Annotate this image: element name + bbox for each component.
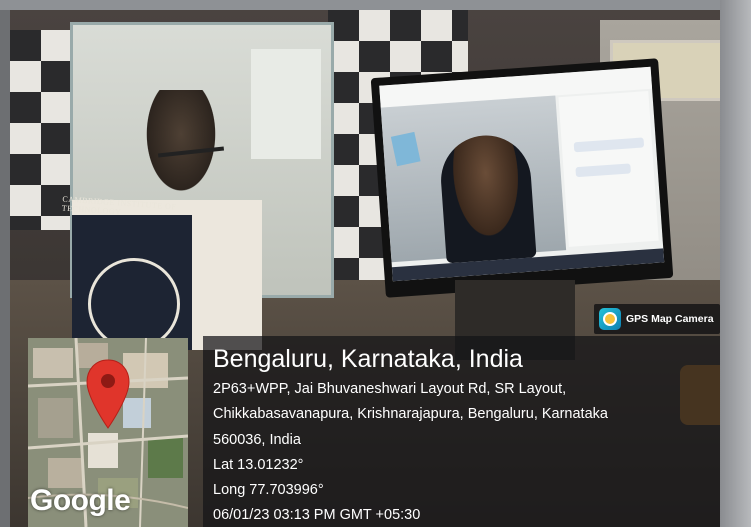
- checkered-wall-left: [10, 30, 70, 230]
- longitude-readout: Long 77.703996°: [213, 482, 324, 498]
- college-emblem-icon: [88, 258, 180, 350]
- map-attribution: Google: [30, 484, 131, 517]
- gps-map-camera-icon: [599, 308, 621, 330]
- sticky-note: [390, 131, 421, 167]
- gps-map-camera-badge: GPS Map Camera: [594, 304, 720, 334]
- latitude-readout: Lat 13.01232°: [213, 457, 304, 473]
- location-title: Bengaluru, Karnataka, India: [213, 345, 523, 373]
- speaker-on-tv: [438, 132, 537, 264]
- address-line-3: 560036, India: [213, 432, 301, 448]
- map-pin-icon: [86, 359, 130, 429]
- app-badge-label: GPS Map Camera: [626, 313, 714, 325]
- tv-video-feed: [380, 95, 567, 264]
- photo-top-border: [0, 0, 751, 10]
- timestamp: 06/01/23 03:13 PM GMT +05:30: [213, 507, 421, 523]
- tv-screen: [379, 66, 665, 282]
- photo-right-border: [720, 0, 751, 527]
- tv-monitor: [370, 58, 674, 298]
- projected-chat-panel: [251, 49, 321, 159]
- photo-frame: CAMBRIDGE INSTITUTE OF TECHNOLOGY GPS Ma…: [0, 0, 751, 527]
- projected-speaker: [141, 90, 221, 200]
- address-line-2: Chikkabasavanapura, Krishnarajapura, Ben…: [213, 406, 608, 422]
- address-line-1: 2P63+WPP, Jai Bhuvaneshwari Layout Rd, S…: [213, 381, 567, 397]
